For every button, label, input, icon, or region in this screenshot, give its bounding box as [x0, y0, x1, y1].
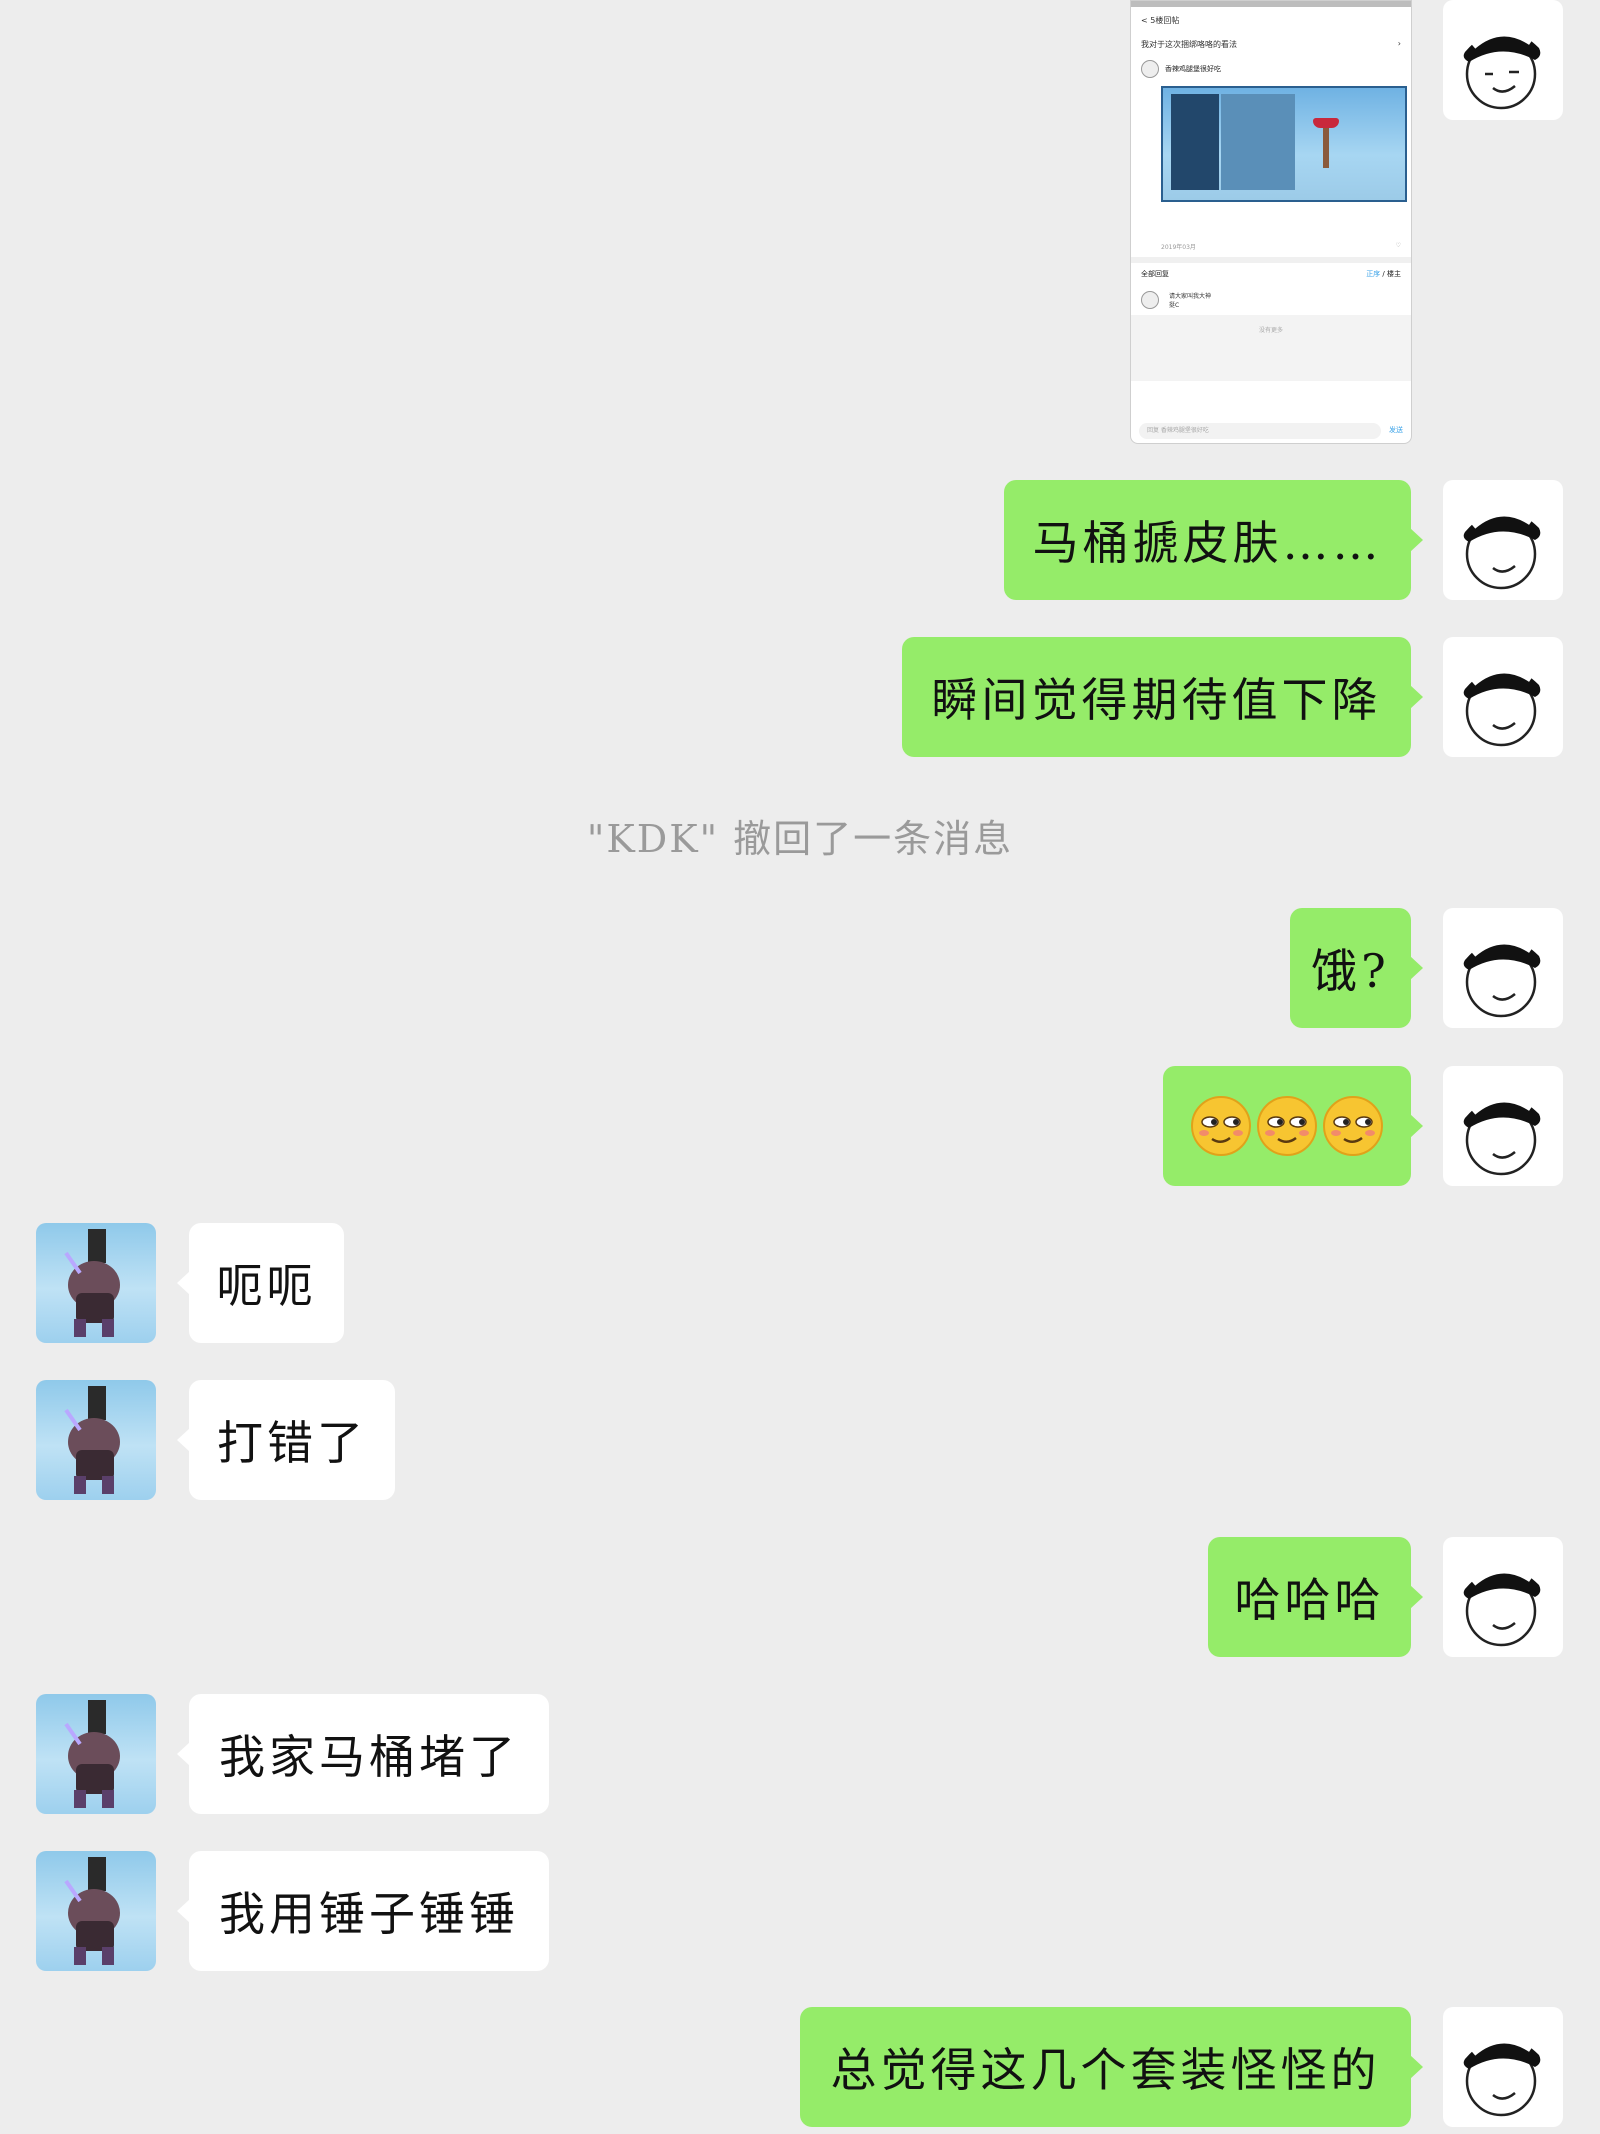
message-bubble-me[interactable]: 总觉得这几个套装怪怪的	[800, 2007, 1423, 2127]
screenshot-input: 回复 香辣鸡腿堡很好吃	[1139, 423, 1381, 439]
character-avatar-icon	[64, 1857, 120, 1965]
screenshot-no-more: 没有更多	[1131, 315, 1411, 381]
screenshot-nav: < 5楼回帖	[1141, 15, 1180, 25]
bubble-tail	[177, 1271, 190, 1295]
hat-face-avatar-icon	[1463, 2036, 1541, 2117]
hat-face-avatar-icon	[1463, 937, 1541, 1018]
plunger-icon	[1323, 128, 1329, 168]
mini-avatar	[1141, 60, 1159, 78]
avatar-other[interactable]	[36, 1380, 156, 1500]
message-bubble-other[interactable]: 呃呃	[177, 1223, 344, 1343]
recall-notice: "KDK" 撤回了一条消息	[586, 817, 1014, 861]
bubble-tail	[177, 1742, 190, 1766]
bubble-tail	[1410, 685, 1423, 709]
message-bubble-me[interactable]: 马桶搋皮肤……	[1004, 480, 1423, 600]
avatar-me[interactable]	[1443, 480, 1563, 600]
hat-face-avatar-icon	[1463, 509, 1541, 590]
bubble-tail	[177, 1428, 190, 1452]
message-bubble-other[interactable]: 打错了	[177, 1380, 395, 1500]
hat-face-avatar-icon	[1463, 1566, 1541, 1647]
screenshot-send: 发送	[1389, 426, 1403, 434]
message-bubble-me[interactable]	[1163, 1066, 1423, 1186]
hat-face-avatar-icon	[1463, 666, 1541, 747]
avatar-me[interactable]	[1443, 1066, 1563, 1186]
like-icon: ♡	[1395, 242, 1401, 249]
character-avatar-icon	[64, 1386, 120, 1494]
avatar-me[interactable]	[1443, 1537, 1563, 1657]
bubble-tail	[1410, 2055, 1423, 2079]
character-avatar-icon	[64, 1700, 120, 1808]
avatar-me[interactable]	[1443, 637, 1563, 757]
avatar-other[interactable]	[36, 1851, 156, 1971]
screenshot-replies-header: 全部回复 正序 / 楼主	[1141, 270, 1401, 278]
message-bubble-me[interactable]: 饿?	[1290, 908, 1423, 1028]
plunger-cup-icon	[1313, 118, 1339, 128]
bubble-tail	[1410, 1114, 1423, 1138]
smirk-emoji-icon	[1257, 1096, 1317, 1156]
character-avatar-icon	[64, 1229, 120, 1337]
game-menu-panel	[1171, 94, 1219, 190]
message-bubble-me[interactable]: 瞬间觉得期待值下降	[902, 637, 1423, 757]
bubble-tail	[1410, 1585, 1423, 1609]
screenshot-game-image	[1161, 86, 1407, 202]
bubble-tail	[1410, 956, 1423, 980]
bubble-tail	[177, 1899, 190, 1923]
avatar-me[interactable]	[1443, 908, 1563, 1028]
avatar-me[interactable]	[1443, 0, 1563, 120]
shared-screenshot-image[interactable]: < 5楼回帖 我对于这次捆绑咯咯的看法 › 香辣鸡腿堡很好吃 2019年03月 ♡…	[1130, 0, 1412, 444]
hat-face-avatar-icon	[1463, 1095, 1541, 1176]
avatar-me[interactable]	[1443, 2007, 1563, 2127]
screenshot-thread-title: 我对于这次捆绑咯咯的看法 ›	[1141, 39, 1401, 49]
message-bubble-other[interactable]: 我家马桶堵了	[177, 1694, 549, 1814]
smirk-emoji-icon	[1323, 1096, 1383, 1156]
chevron-right-icon: ›	[1397, 39, 1401, 48]
avatar-other[interactable]	[36, 1223, 156, 1343]
screenshot-post-author: 香辣鸡腿堡很好吃	[1131, 56, 1411, 82]
game-preview-panel	[1221, 94, 1295, 190]
message-bubble-other[interactable]: 我用锤子锤锤	[177, 1851, 549, 1971]
avatar-other[interactable]	[36, 1694, 156, 1814]
message-bubble-me[interactable]: 哈哈哈	[1208, 1537, 1423, 1657]
screenshot-post-footer: 2019年03月 ♡	[1161, 242, 1401, 251]
smirk-emoji-icon	[1191, 1096, 1251, 1156]
mini-avatar	[1141, 291, 1159, 309]
bubble-tail	[1410, 528, 1423, 552]
hat-face-avatar-icon	[1463, 29, 1541, 110]
screenshot-reply: 请大家叫我大神 挺C	[1131, 285, 1411, 315]
